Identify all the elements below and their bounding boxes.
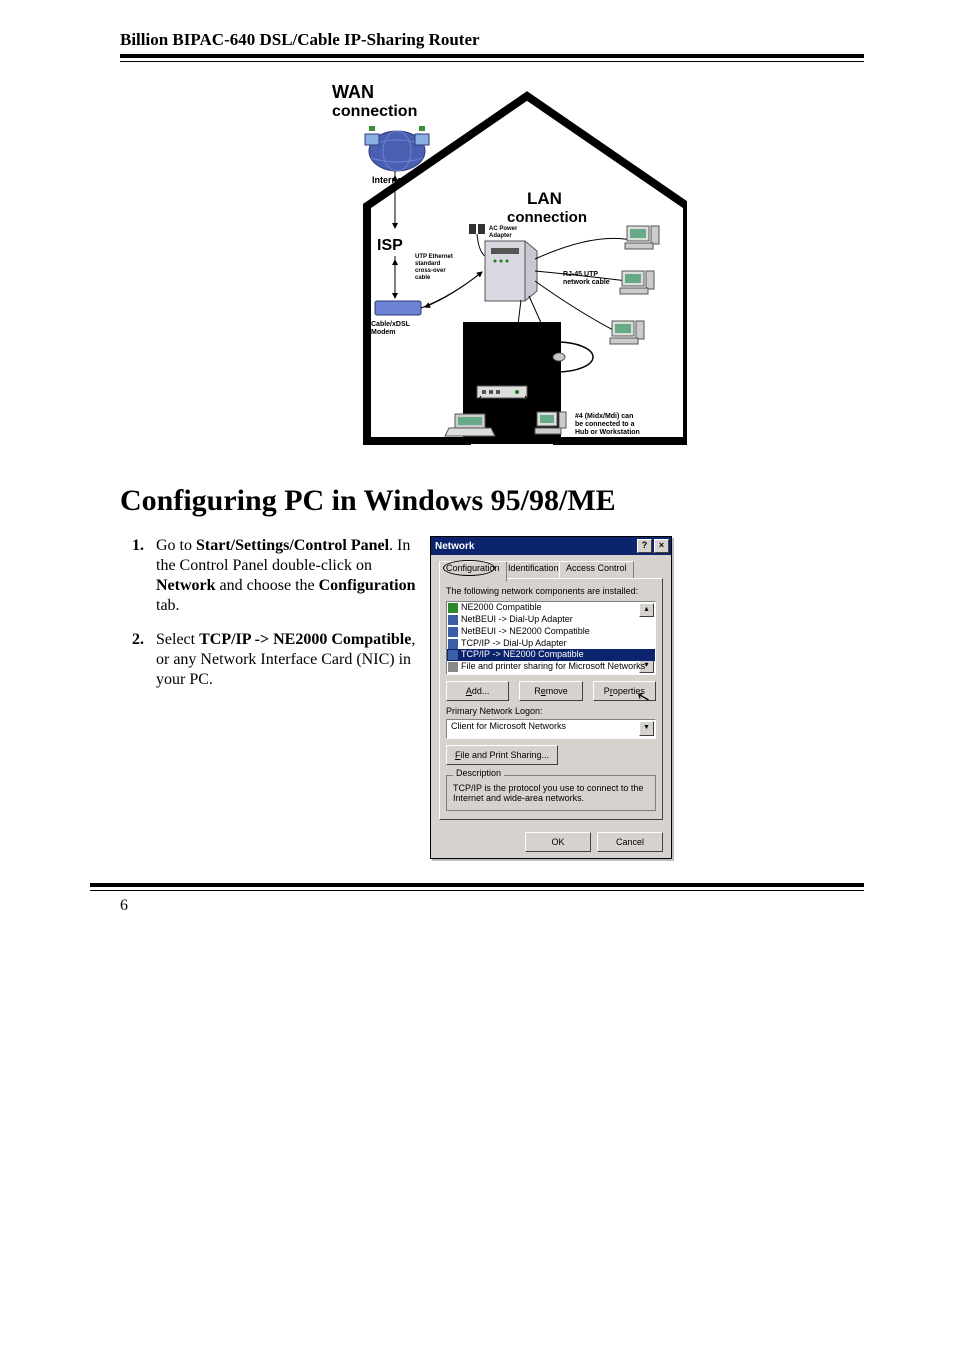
svg-text:connection: connection	[507, 209, 587, 226]
step-item: Go to Start/Settings/Control Panel. In t…	[148, 536, 420, 616]
pc-icon	[535, 412, 566, 434]
protocol-icon	[448, 650, 458, 660]
svg-text:AC Power: AC Power	[489, 226, 518, 232]
lan-title: LAN	[527, 189, 562, 208]
description-label: Description	[453, 769, 504, 779]
dialog-titlebar[interactable]: Network ? ×	[431, 537, 671, 555]
dialog-title: Network	[435, 541, 474, 552]
list-item[interactable]: File and printer sharing for Microsoft N…	[447, 661, 655, 673]
network-diagram: WAN connection Internet ISP Cable/xDSL M…	[267, 76, 687, 456]
components-label: The following network components are ins…	[446, 587, 656, 597]
section-title: Configuring PC in Windows 95/98/ME	[120, 484, 864, 518]
list-item[interactable]: NetBEUI -> NE2000 Compatible	[447, 626, 655, 638]
page-number: 6	[120, 897, 864, 915]
svg-text:cross-over: cross-over	[415, 268, 446, 274]
isp-label: ISP	[377, 237, 403, 254]
tabs: Configuration Identification Access Cont…	[439, 561, 663, 579]
svg-text:Modem: Modem	[371, 329, 396, 336]
list-item[interactable]: TCP/IP -> NE2000 Compatible	[447, 649, 655, 661]
protocol-icon	[448, 627, 458, 637]
svg-text:Adapter: Adapter	[489, 233, 512, 239]
protocol-icon	[448, 615, 458, 625]
list-item[interactable]: TCP/IP -> Dial-Up Adapter	[447, 638, 655, 650]
list-item[interactable]: NetBEUI -> Dial-Up Adapter	[447, 614, 655, 626]
add-button[interactable]: Add...	[446, 681, 509, 701]
chevron-down-icon[interactable]: ▼	[639, 721, 654, 736]
ok-button[interactable]: OK	[525, 832, 591, 852]
nic-icon	[448, 603, 458, 613]
properties-button[interactable]: Properties	[593, 681, 656, 701]
tab-configuration[interactable]: Configuration	[439, 561, 507, 582]
pc-icon	[625, 226, 659, 249]
list-item[interactable]: NE2000 Compatible	[447, 602, 655, 614]
help-button[interactable]: ?	[637, 539, 652, 553]
description-text: TCP/IP is the protocol you use to connec…	[453, 784, 649, 804]
modem-label: Cable/xDSL	[371, 321, 411, 328]
svg-text:cable: cable	[415, 275, 431, 281]
wan-title: WAN	[332, 82, 374, 102]
service-icon	[448, 662, 458, 672]
svg-text:UTP Ethernet: UTP Ethernet	[415, 254, 453, 260]
svg-text:be connected to a: be connected to a	[575, 421, 635, 428]
svg-text:#4 (Midx/Mdi) can: #4 (Midx/Mdi) can	[575, 413, 633, 420]
cancel-button[interactable]: Cancel	[597, 832, 663, 852]
svg-text:network cable: network cable	[563, 279, 610, 286]
steps-list: Go to Start/Settings/Control Panel. In t…	[120, 536, 420, 690]
svg-text:standard: standard	[415, 261, 441, 267]
network-dialog: Network ? × Configuration Identification…	[430, 536, 672, 859]
remove-button[interactable]: Remove	[519, 681, 582, 701]
close-button[interactable]: ×	[654, 539, 669, 553]
logon-label: Primary Network Logon:	[446, 707, 656, 717]
svg-text:Hub or Workstation: Hub or Workstation	[575, 429, 640, 436]
footer-rule	[90, 883, 864, 891]
components-listbox[interactable]: ▴ ▾ NE2000 CompatibleNetBEUI -> Dial-Up …	[446, 601, 656, 675]
file-print-sharing-button[interactable]: File and Print Sharing...	[446, 745, 558, 765]
doc-header: Billion BIPAC-640 DSL/Cable IP-Sharing R…	[120, 30, 864, 50]
pc-icon	[620, 271, 654, 294]
svg-text:HUB: HUB	[483, 374, 503, 384]
wan-sub: connection	[332, 103, 417, 120]
step-item: Select TCP/IP -> NE2000 Compatible, or a…	[148, 630, 420, 690]
logon-dropdown[interactable]: Client for Microsoft Networks ▼	[446, 719, 656, 739]
internet-label: Internet	[372, 175, 405, 185]
header-rule	[120, 54, 864, 62]
protocol-icon	[448, 639, 458, 649]
pc-icon	[610, 321, 644, 344]
